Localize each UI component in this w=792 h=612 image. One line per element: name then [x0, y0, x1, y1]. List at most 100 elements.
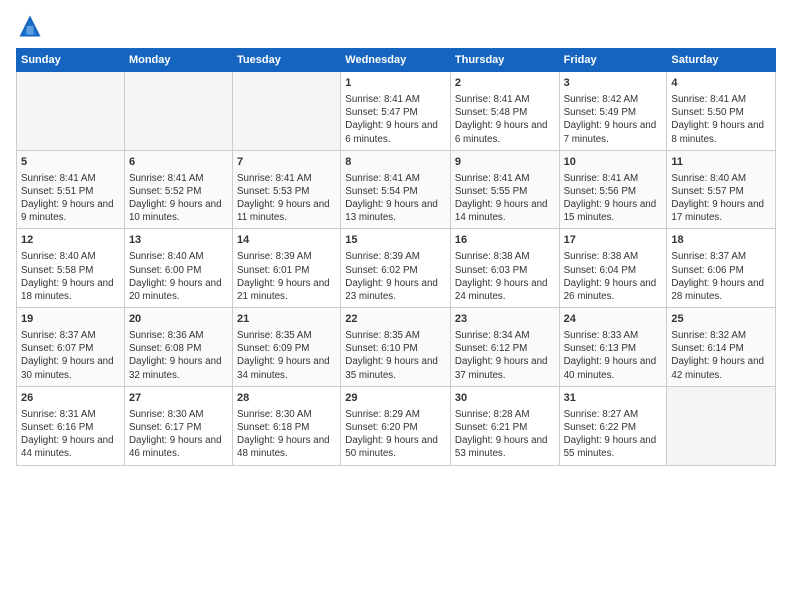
day-info: Sunrise: 8:29 AMSunset: 6:20 PMDaylight:… [345, 408, 446, 461]
day-info: Sunrise: 8:41 AMSunset: 5:52 PMDaylight:… [129, 172, 228, 225]
calendar-cell: 1 Sunrise: 8:41 AMSunset: 5:47 PMDaylight… [341, 72, 451, 151]
day-number: 1 [345, 76, 446, 91]
day-info: Sunrise: 8:35 AMSunset: 6:09 PMDaylight:… [237, 329, 336, 382]
calendar-header: SundayMondayTuesdayWednesdayThursdayFrid… [17, 49, 776, 72]
day-info: Sunrise: 8:34 AMSunset: 6:12 PMDaylight:… [455, 329, 555, 382]
day-number: 9 [455, 155, 555, 170]
day-info: Sunrise: 8:33 AMSunset: 6:13 PMDaylight:… [564, 329, 663, 382]
day-info: Sunrise: 8:40 AMSunset: 6:00 PMDaylight:… [129, 250, 228, 303]
day-info: Sunrise: 8:41 AMSunset: 5:48 PMDaylight:… [455, 93, 555, 146]
calendar-cell: 20 Sunrise: 8:36 AMSunset: 6:08 PMDayligh… [124, 308, 232, 387]
day-number: 4 [671, 76, 771, 91]
day-info: Sunrise: 8:41 AMSunset: 5:53 PMDaylight:… [237, 172, 336, 225]
day-number: 31 [564, 391, 663, 406]
day-info: Sunrise: 8:32 AMSunset: 6:14 PMDaylight:… [671, 329, 771, 382]
day-info: Sunrise: 8:38 AMSunset: 6:04 PMDaylight:… [564, 250, 663, 303]
logo [16, 12, 48, 40]
calendar-cell: 8Sunrise: 8:41 AMSunset: 5:54 PMDaylight… [341, 150, 451, 229]
day-number: 12 [21, 233, 120, 248]
day-info: Sunrise: 8:36 AMSunset: 6:08 PMDaylight:… [129, 329, 228, 382]
day-number: 23 [455, 312, 555, 327]
day-number: 3 [564, 76, 663, 91]
weekday-header-monday: Monday [124, 49, 232, 72]
calendar-cell: 11Sunrise: 8:40 AMSunset: 5:57 PMDayligh… [667, 150, 776, 229]
day-number: 18 [671, 233, 771, 248]
day-number: 7 [237, 155, 336, 170]
calendar-cell: 10 Sunrise: 8:41 AMSunset: 5:56 PMDayligh… [559, 150, 667, 229]
day-info: Sunrise: 8:38 AMSunset: 6:03 PMDaylight:… [455, 250, 555, 303]
calendar-cell: 27 Sunrise: 8:30 AMSunset: 6:17 PMDayligh… [124, 386, 232, 465]
calendar-cell: 9 Sunrise: 8:41 AMSunset: 5:55 PMDaylight… [450, 150, 559, 229]
day-info: Sunrise: 8:41 AMSunset: 5:50 PMDaylight:… [671, 93, 771, 146]
calendar-week-2: 5 Sunrise: 8:41 AMSunset: 5:51 PMDaylight… [17, 150, 776, 229]
day-number: 19 [21, 312, 120, 327]
day-number: 13 [129, 233, 228, 248]
day-info: Sunrise: 8:35 AMSunset: 6:10 PMDaylight:… [345, 329, 446, 382]
day-info: Sunrise: 8:40 AMSunset: 5:58 PMDaylight:… [21, 250, 120, 303]
day-number: 28 [237, 391, 336, 406]
calendar-cell: 4 Sunrise: 8:41 AMSunset: 5:50 PMDaylight… [667, 72, 776, 151]
calendar-cell: 15 Sunrise: 8:39 AMSunset: 6:02 PMDayligh… [341, 229, 451, 308]
calendar-cell: 19 Sunrise: 8:37 AMSunset: 6:07 PMDayligh… [17, 308, 125, 387]
day-info: Sunrise: 8:41 AMSunset: 5:51 PMDaylight:… [21, 172, 120, 225]
weekday-header-thursday: Thursday [450, 49, 559, 72]
day-number: 5 [21, 155, 120, 170]
page-container: SundayMondayTuesdayWednesdayThursdayFrid… [0, 0, 792, 474]
weekday-header-wednesday: Wednesday [341, 49, 451, 72]
day-number: 26 [21, 391, 120, 406]
calendar-cell: 16 Sunrise: 8:38 AMSunset: 6:03 PMDayligh… [450, 229, 559, 308]
day-number: 15 [345, 233, 446, 248]
day-info: Sunrise: 8:37 AMSunset: 6:07 PMDaylight:… [21, 329, 120, 382]
day-info: Sunrise: 8:41 AMSunset: 5:47 PMDaylight:… [345, 93, 446, 146]
logo-icon [16, 12, 44, 40]
day-number: 20 [129, 312, 228, 327]
calendar-cell: 29Sunrise: 8:29 AMSunset: 6:20 PMDayligh… [341, 386, 451, 465]
day-number: 21 [237, 312, 336, 327]
calendar-cell [233, 72, 341, 151]
day-info: Sunrise: 8:41 AMSunset: 5:55 PMDaylight:… [455, 172, 555, 225]
day-number: 14 [237, 233, 336, 248]
calendar-cell: 31Sunrise: 8:27 AMSunset: 6:22 PMDayligh… [559, 386, 667, 465]
calendar-cell [667, 386, 776, 465]
header [16, 12, 776, 40]
calendar-body: 1 Sunrise: 8:41 AMSunset: 5:47 PMDaylight… [17, 72, 776, 466]
weekday-header-friday: Friday [559, 49, 667, 72]
weekday-header-saturday: Saturday [667, 49, 776, 72]
calendar-cell: 18 Sunrise: 8:37 AMSunset: 6:06 PMDayligh… [667, 229, 776, 308]
calendar-cell: 3Sunrise: 8:42 AMSunset: 5:49 PMDaylight… [559, 72, 667, 151]
day-number: 30 [455, 391, 555, 406]
calendar-cell [17, 72, 125, 151]
weekday-header-tuesday: Tuesday [233, 49, 341, 72]
calendar-table: SundayMondayTuesdayWednesdayThursdayFrid… [16, 48, 776, 466]
calendar-cell: 7 Sunrise: 8:41 AMSunset: 5:53 PMDaylight… [233, 150, 341, 229]
day-info: Sunrise: 8:39 AMSunset: 6:02 PMDaylight:… [345, 250, 446, 303]
day-number: 10 [564, 155, 663, 170]
calendar-cell: 14 Sunrise: 8:39 AMSunset: 6:01 PMDayligh… [233, 229, 341, 308]
calendar-cell: 5 Sunrise: 8:41 AMSunset: 5:51 PMDaylight… [17, 150, 125, 229]
day-number: 11 [671, 155, 771, 170]
day-info: Sunrise: 8:39 AMSunset: 6:01 PMDaylight:… [237, 250, 336, 303]
calendar-cell: 23 Sunrise: 8:34 AMSunset: 6:12 PMDayligh… [450, 308, 559, 387]
day-number: 27 [129, 391, 228, 406]
day-info: Sunrise: 8:30 AMSunset: 6:18 PMDaylight:… [237, 408, 336, 461]
weekday-header-sunday: Sunday [17, 49, 125, 72]
calendar-cell: 12 Sunrise: 8:40 AMSunset: 5:58 PMDayligh… [17, 229, 125, 308]
day-number: 16 [455, 233, 555, 248]
day-number: 17 [564, 233, 663, 248]
calendar-cell: 6Sunrise: 8:41 AMSunset: 5:52 PMDaylight… [124, 150, 232, 229]
day-number: 24 [564, 312, 663, 327]
day-info: Sunrise: 8:41 AMSunset: 5:56 PMDaylight:… [564, 172, 663, 225]
calendar-cell: 2Sunrise: 8:41 AMSunset: 5:48 PMDaylight… [450, 72, 559, 151]
calendar-cell: 30Sunrise: 8:28 AMSunset: 6:21 PMDayligh… [450, 386, 559, 465]
calendar-week-1: 1 Sunrise: 8:41 AMSunset: 5:47 PMDaylight… [17, 72, 776, 151]
day-number: 25 [671, 312, 771, 327]
day-info: Sunrise: 8:30 AMSunset: 6:17 PMDaylight:… [129, 408, 228, 461]
calendar-cell: 21 Sunrise: 8:35 AMSunset: 6:09 PMDayligh… [233, 308, 341, 387]
weekday-row: SundayMondayTuesdayWednesdayThursdayFrid… [17, 49, 776, 72]
day-info: Sunrise: 8:37 AMSunset: 6:06 PMDaylight:… [671, 250, 771, 303]
day-number: 22 [345, 312, 446, 327]
calendar-week-5: 26Sunrise: 8:31 AMSunset: 6:16 PMDayligh… [17, 386, 776, 465]
calendar-week-3: 12 Sunrise: 8:40 AMSunset: 5:58 PMDayligh… [17, 229, 776, 308]
calendar-week-4: 19 Sunrise: 8:37 AMSunset: 6:07 PMDayligh… [17, 308, 776, 387]
calendar-cell: 28 Sunrise: 8:30 AMSunset: 6:18 PMDayligh… [233, 386, 341, 465]
